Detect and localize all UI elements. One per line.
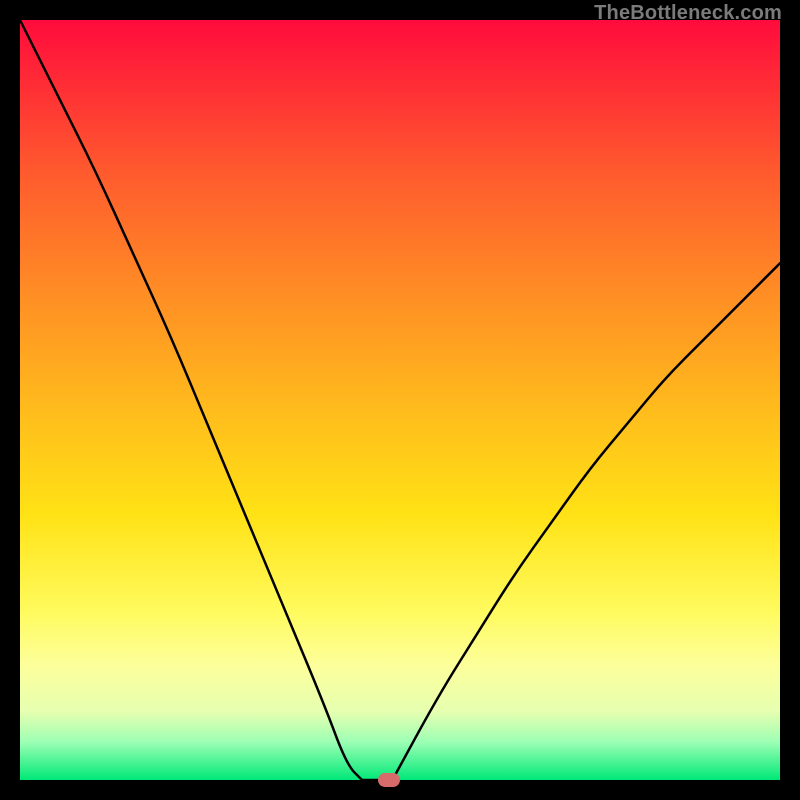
bottleneck-curve <box>20 20 780 780</box>
optimal-point-marker <box>378 773 400 787</box>
watermark-text: TheBottleneck.com <box>594 2 782 25</box>
curve-path <box>20 20 780 780</box>
chart-frame: TheBottleneck.com <box>0 0 800 800</box>
